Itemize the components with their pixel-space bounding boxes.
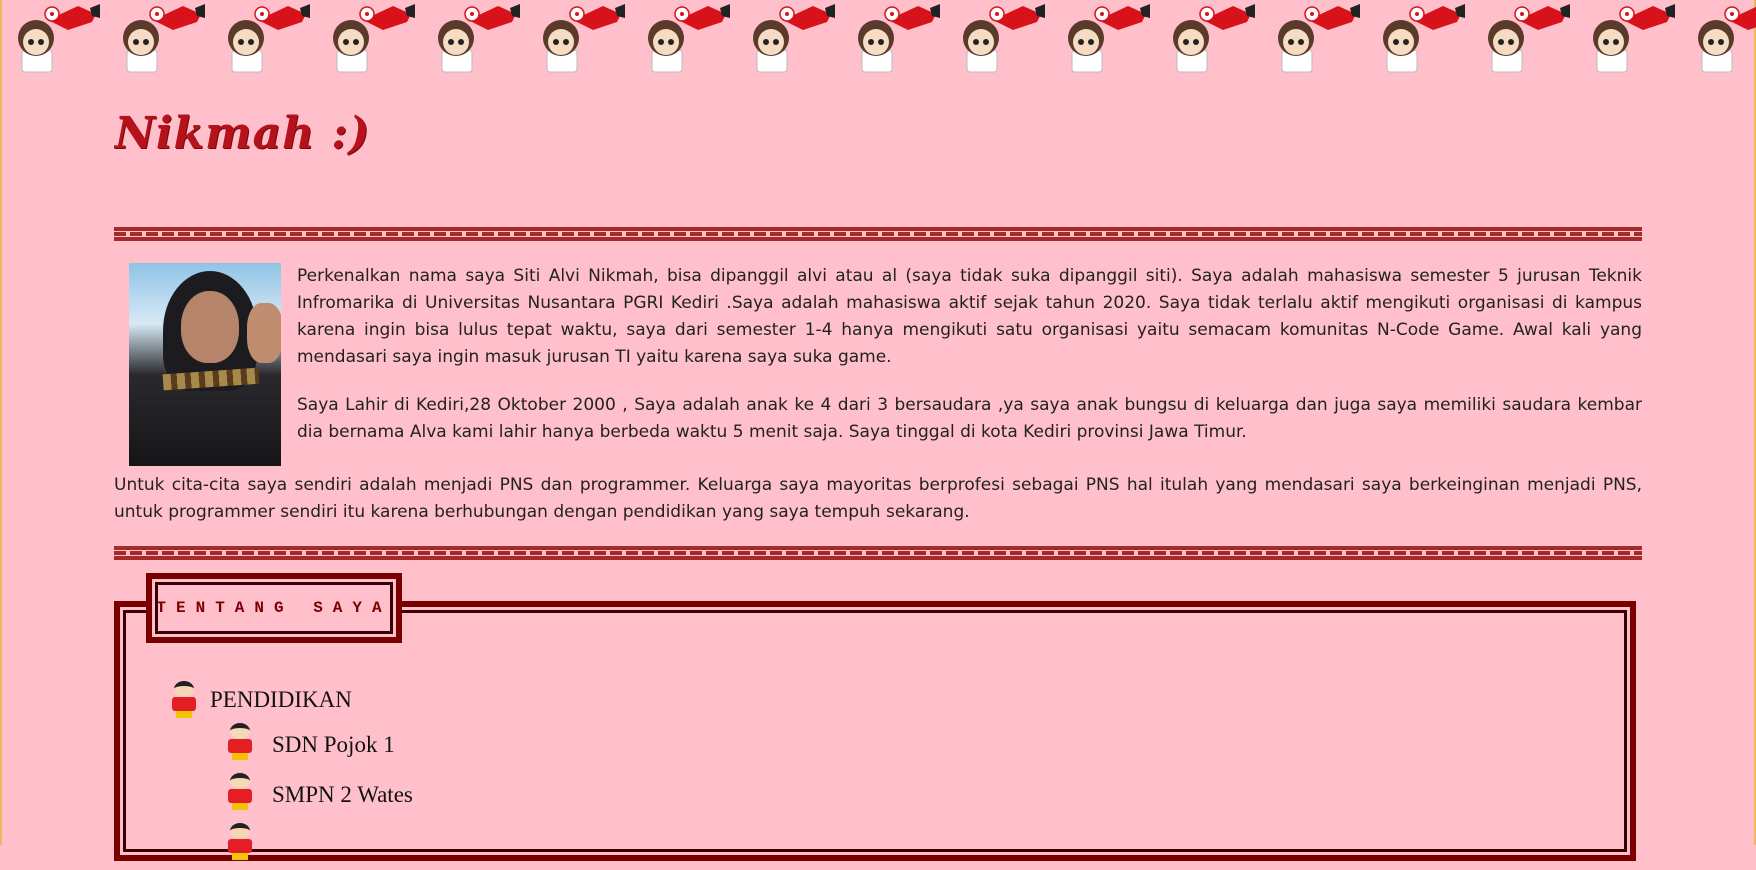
list-item: SMPN 2 Wates [224,770,413,820]
list-item: SDN Pojok 1 [224,720,413,770]
about-tab: TENTANG SAYA [146,573,402,643]
anime-girl-sprite-icon [648,4,730,73]
anime-girl-sprite-icon [753,4,835,73]
list-item [224,820,413,870]
anime-girl-sprite-icon [333,4,415,73]
education-heading-label: PENDIDIKAN [210,687,352,712]
education-item-label: SDN Pojok 1 [272,732,395,757]
anime-girl-sprite-icon [1488,4,1570,73]
education-list: PENDIDIKAN SDN Pojok 1 SMPN 2 Wates [168,680,413,870]
intro-section: Perkenalkan nama saya Siti Alvi Nikmah, … [114,263,1642,526]
anime-girl-sprite-icon [543,4,625,73]
divider-top [114,227,1642,241]
education-item-label: SMPN 2 Wates [272,782,413,807]
profile-photo [129,263,281,466]
shinchan-icon [224,773,264,817]
shinchan-icon [224,823,264,867]
anime-girl-sprite-icon [858,4,940,73]
shinchan-icon [224,723,264,767]
shinchan-icon [168,681,202,719]
anime-girl-sprite-icon [1068,4,1150,73]
education-heading: PENDIDIKAN [168,680,413,720]
anime-girl-sprite-icon [1383,4,1465,73]
photo-hand [247,303,281,363]
anime-girl-sprite-icon [963,4,1045,73]
anime-girl-sprite-icon [1593,4,1675,73]
intro-paragraph-3: Untuk cita-cita saya sendiri adalah menj… [114,475,1642,522]
page-edge-left [0,0,2,845]
header-banner [0,0,1756,82]
photo-face [181,291,239,363]
divider-bottom [114,546,1642,560]
anime-girl-sprite-icon [438,4,520,73]
anime-girl-sprite-icon [1278,4,1360,73]
intro-paragraph-1: Perkenalkan nama saya Siti Alvi Nikmah, … [297,266,1642,367]
anime-girl-sprite-icon [18,4,100,73]
about-tab-label: TENTANG SAYA [156,599,392,617]
site-title-text: vi Nikmah :) [114,108,371,159]
anime-girl-sprite-icon [1173,4,1255,73]
anime-girl-sprite-icon [1698,6,1756,73]
intro-paragraph-2: Saya Lahir di Kediri,28 Oktober 2000 , S… [297,395,1642,442]
anime-girl-sprite-icon [123,4,205,73]
site-title: vi Nikmah :) [114,108,374,168]
anime-girl-sprite-icon [228,4,310,73]
